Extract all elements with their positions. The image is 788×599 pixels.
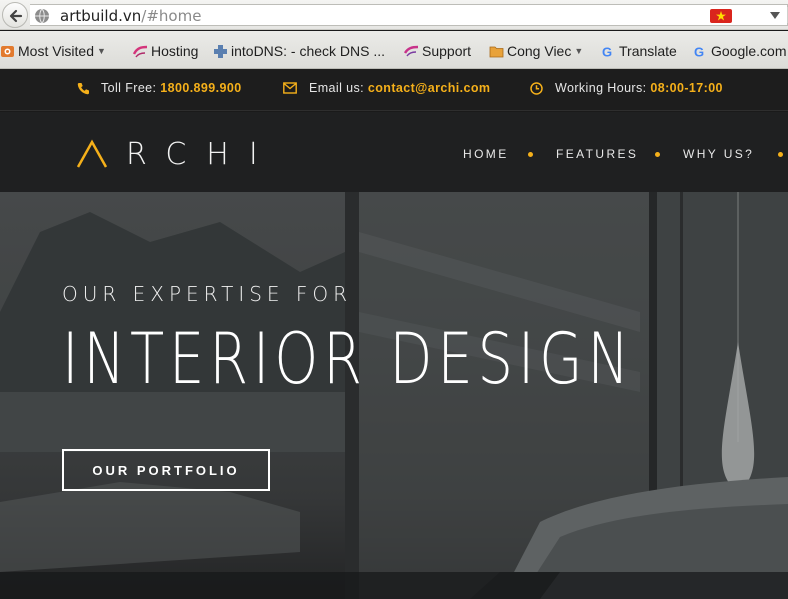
chevron-down-icon: ▼ (97, 46, 106, 56)
browser-url-bar: artbuild.vn/#home (0, 0, 788, 30)
bookmark-label: Hosting (151, 43, 199, 59)
url-text: artbuild.vn/#home (60, 7, 201, 25)
bookmark-translate[interactable]: G Translate (601, 41, 677, 61)
bookmark-label: Most Visited (18, 43, 94, 59)
hero-eyebrow: OUR EXPERTISE FOR (62, 282, 353, 306)
email-label: Email us: (309, 81, 365, 95)
portfolio-button[interactable]: OUR PORTFOLIO (62, 449, 270, 491)
email-link[interactable]: contact@archi.com (368, 81, 491, 95)
svg-text:G: G (602, 44, 612, 59)
phone-label: Toll Free: (101, 81, 157, 95)
hours-label: Working Hours: (555, 81, 647, 95)
bookmark-label: Translate (619, 43, 677, 59)
back-button[interactable] (2, 2, 28, 28)
clock-icon (530, 82, 543, 95)
chevron-down-icon: ▼ (574, 46, 584, 56)
bookmark-label: Support (422, 43, 472, 59)
vietnam-flag-icon[interactable] (710, 9, 732, 23)
nav-separator-dot (528, 152, 533, 157)
most-visited-icon (0, 44, 15, 59)
nav-separator-dot (655, 152, 660, 157)
back-arrow-icon (9, 9, 23, 23)
url-path: /#home (141, 7, 202, 25)
logo-text[interactable]: RCHI (126, 137, 278, 172)
url-dropdown-icon[interactable] (770, 12, 780, 19)
phone-icon (77, 83, 89, 95)
bookmark-hosting[interactable]: Hosting (132, 41, 199, 61)
hours-value: 08:00-17:00 (650, 81, 723, 95)
bookmark-intodns[interactable]: intoDNS: - check DNS ... (213, 41, 385, 61)
hero-title: INTERIOR DESIGN (62, 318, 635, 400)
url-host: artbuild.vn (60, 7, 142, 25)
hero-section: OUR EXPERTISE FOR INTERIOR DESIGN OUR PO… (0, 192, 788, 599)
google-icon: G (601, 44, 616, 59)
phone-number[interactable]: 1800.899.900 (160, 81, 241, 95)
globe-icon (35, 8, 49, 24)
nav-separator-dot (778, 152, 783, 157)
bookmarks-toolbar: Most Visited ▼ Hosting intoDNS: - check D… (0, 31, 788, 69)
main-navbar: RCHI HOME FEATURES WHY US? (0, 112, 788, 192)
folder-icon (489, 44, 504, 59)
archi-logo-mark[interactable] (76, 139, 110, 169)
bookmark-label: intoDNS: - check DNS ... (231, 43, 386, 59)
nav-why-us[interactable]: WHY US? (683, 147, 754, 161)
phone-info: Toll Free: 1800.899.900 (101, 81, 242, 95)
intodns-icon (213, 44, 228, 59)
hosting-icon (132, 44, 148, 59)
bookmark-label: Cong Viec (507, 43, 572, 59)
hours-info: Working Hours: 08:00-17:00 (555, 81, 723, 95)
google-icon: G (693, 44, 708, 59)
bookmark-google[interactable]: G Google.com (693, 41, 786, 61)
email-info: Email us: contact@archi.com (309, 81, 490, 95)
bookmark-most-visited[interactable]: Most Visited ▼ (0, 41, 106, 61)
support-icon (403, 44, 419, 59)
svg-text:G: G (694, 44, 704, 59)
bookmark-support[interactable]: Support (403, 41, 472, 61)
address-field[interactable]: artbuild.vn/#home (30, 4, 788, 26)
bookmark-cong-viec[interactable]: Cong Viec ▼ (489, 41, 583, 61)
contact-topbar: Toll Free: 1800.899.900 Email us: contac… (0, 69, 788, 111)
bookmark-label: Google.com (711, 43, 787, 59)
nav-features[interactable]: FEATURES (556, 147, 638, 161)
nav-home[interactable]: HOME (463, 147, 509, 161)
envelope-icon (283, 82, 297, 94)
